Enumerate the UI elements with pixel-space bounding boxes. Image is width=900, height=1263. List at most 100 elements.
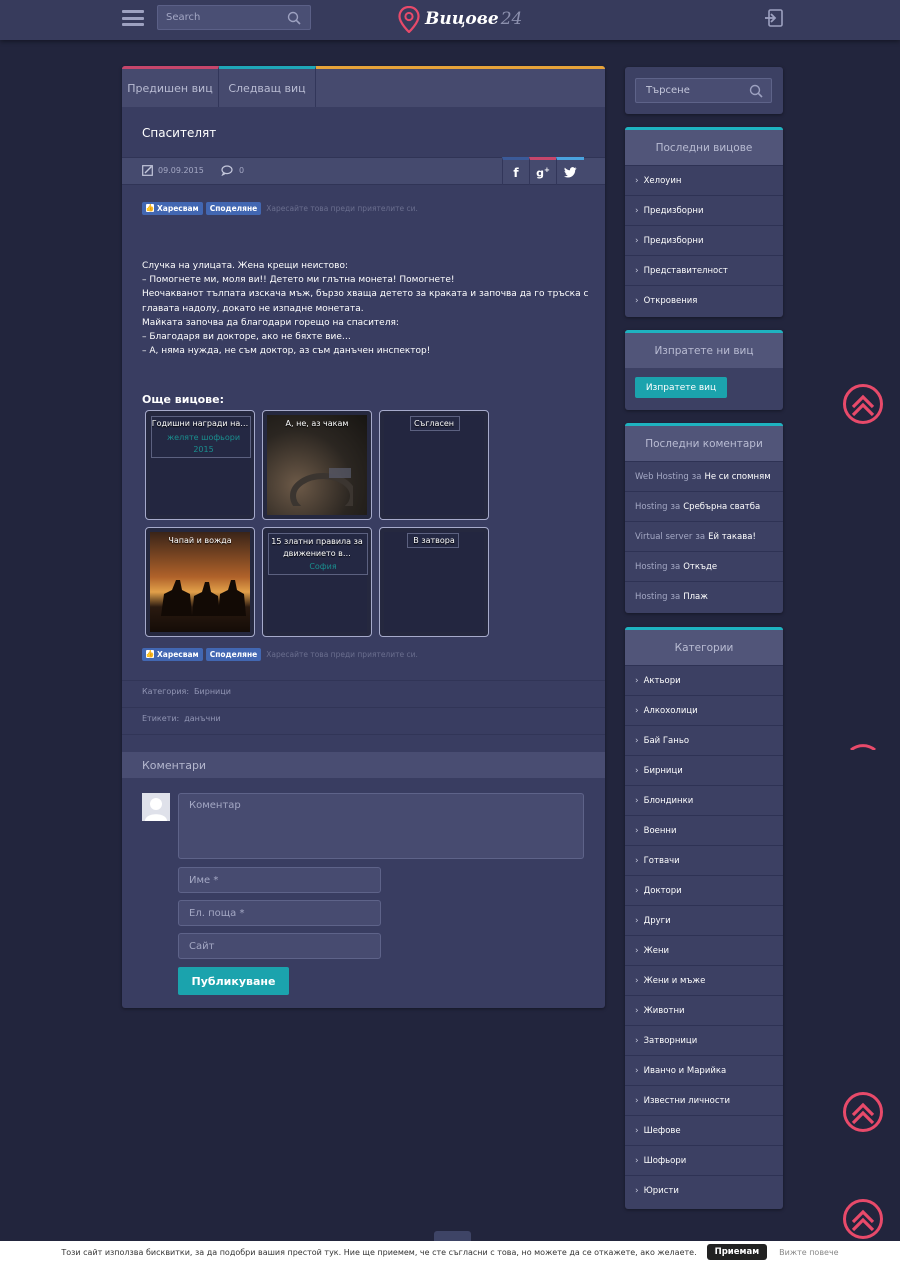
scroll-top-icon[interactable] [842,1198,884,1240]
category-item[interactable]: › Блондинки [625,785,783,815]
category-item[interactable]: › Животни [625,995,783,1025]
comment-joiner: за [670,561,681,572]
logo-text: Вицове [425,9,499,29]
related-joke-card[interactable]: А, не, аз чакам [262,410,372,520]
comment-author[interactable]: Hosting [635,502,668,512]
list-item[interactable]: › Хелоуин [625,165,783,195]
list-item[interactable]: › Предизборни [625,225,783,255]
thumbs-up-icon: 👍 [145,650,155,658]
category-item[interactable]: › Други [625,905,783,935]
menu-icon[interactable] [122,10,144,26]
search-icon[interactable] [287,11,301,25]
category-item[interactable]: › Доктори [625,875,783,905]
comment-post-link[interactable]: Сребърна сватба [683,502,760,512]
category-item[interactable]: › Шофьори [625,1145,783,1175]
chevron-right-icon: › [635,975,639,986]
publish-button[interactable]: Публикуване [178,967,289,995]
category-line: Категория: Бирници [142,687,231,696]
site-logo[interactable]: Вицове 24 [398,4,522,34]
comment-joiner: за [670,501,681,512]
name-field[interactable] [178,867,381,893]
list-item[interactable]: › Представителност [625,255,783,285]
chevron-right-icon: › [635,205,639,216]
chevron-right-icon: › [635,885,639,896]
fb-share-button[interactable]: Споделяне [205,201,262,215]
comment-author[interactable]: Hosting [635,592,668,602]
divider [122,734,605,735]
fb-like-button[interactable]: 👍 Харесвам [142,201,203,215]
website-field[interactable] [178,933,381,959]
comment-author[interactable]: Virtual server [635,532,692,542]
list-item[interactable]: Web Hosting за Не си спомням [625,461,783,491]
category-item[interactable]: › Жени и мъже [625,965,783,995]
category-item[interactable]: › Бирници [625,755,783,785]
category-link[interactable]: Бирници [194,687,231,696]
list-item[interactable]: Hosting за Откъде [625,551,783,581]
related-joke-card[interactable]: В затвора [379,527,489,637]
category-item[interactable]: › Известни личности [625,1085,783,1115]
category-item[interactable]: › Военни [625,815,783,845]
comment-post-link[interactable]: Не си спомням [704,472,770,482]
scroll-top-icon[interactable] [842,1091,884,1133]
email-field[interactable] [178,900,381,926]
twitter-share-button[interactable] [556,157,584,185]
fb-like-text: Харесайте това преди приятелите си. [266,649,418,659]
comment-icon [221,165,233,176]
list-item[interactable]: Hosting за Плаж [625,581,783,611]
widget-title: Последни коментари [625,423,783,461]
comment-author[interactable]: Hosting [635,562,668,572]
category-item[interactable]: › Затворници [625,1025,783,1055]
tag-link[interactable]: данъчни [184,714,220,723]
cookie-more-link[interactable]: Вижте повече [779,1248,838,1257]
category-item[interactable]: › Жени [625,935,783,965]
widget-title: Изпратете ни виц [625,330,783,368]
facebook-share-button[interactable]: f [502,157,529,185]
category-item[interactable]: › Алкохолици [625,695,783,725]
category-label: Актьори [643,675,681,686]
related-joke-card[interactable]: Чапай и вожда [145,527,255,637]
joke-line: – Благодаря ви докторе, ако не бяхте вие… [142,332,351,343]
login-icon[interactable] [764,8,784,28]
related-joke-card[interactable]: 15 златни правила за движението в… София [262,527,372,637]
accept-cookies-button[interactable]: Приемам [706,1244,768,1260]
related-joke-title: Чапай и вожда [168,536,232,545]
article-nav: Предишен виц Следващ виц [122,66,605,107]
list-item[interactable]: Hosting за Сребърна сватба [625,491,783,521]
related-joke-card[interactable]: Съгласен [379,410,489,520]
google-plus-share-button[interactable]: g+ [529,157,556,185]
article-meta: 09.09.2015 0 f g+ [122,157,605,185]
sidebar-search-input[interactable] [636,79,746,102]
category-item[interactable]: › Иванчо и Марийка [625,1055,783,1085]
category-item[interactable]: › Бай Ганьо [625,725,783,755]
comment-author[interactable]: Web Hosting [635,472,689,482]
fb-share-button[interactable]: Споделяне [205,647,262,661]
category-item[interactable]: › Актьори [625,665,783,695]
related-joke-card[interactable]: Годишни награди на… желяте шофьори 2015 [145,410,255,520]
category-item[interactable]: › Юристи [625,1175,783,1205]
next-joke-link[interactable]: Следващ виц [219,66,316,107]
scroll-top-icon[interactable] [842,383,884,425]
prev-joke-link[interactable]: Предишен виц [122,66,219,107]
category-item[interactable]: › Шефове [625,1115,783,1145]
send-joke-button[interactable]: Изпратете виц [635,377,727,398]
list-item[interactable]: › Откровения [625,285,783,315]
sidebar-search [635,78,772,103]
fb-like-button[interactable]: 👍 Харесвам [142,647,203,661]
header-search-input[interactable] [158,6,278,29]
steering-wheel-icon [290,468,353,506]
comment-joiner: за [695,531,706,542]
search-icon[interactable] [749,84,763,98]
comment-textarea[interactable] [178,793,584,859]
list-item[interactable]: › Предизборни [625,195,783,225]
more-jokes-heading: Още вицове: [142,393,225,406]
comment-post-link[interactable]: Плаж [683,592,708,602]
category-label: Военни [643,825,677,836]
category-item[interactable]: › Готвачи [625,845,783,875]
chevron-right-icon: › [635,735,639,746]
comment-post-link[interactable]: Ей такава! [708,532,756,542]
comment-post-link[interactable]: Откъде [683,562,717,572]
related-joke-subtitle: желяте шофьори 2015 [166,433,241,454]
footer-tab[interactable] [434,1231,471,1241]
top-bar: Вицове 24 [0,0,900,40]
list-item[interactable]: Virtual server за Ей такава! [625,521,783,551]
